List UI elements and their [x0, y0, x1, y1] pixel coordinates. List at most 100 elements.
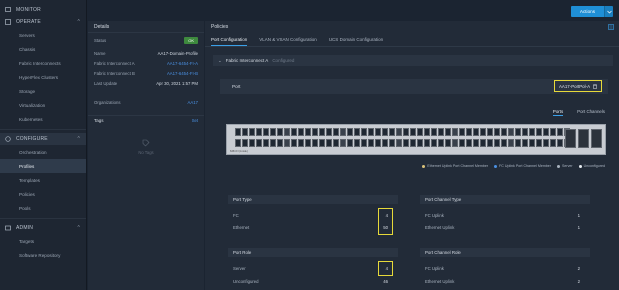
switch-port[interactable] [459, 128, 465, 136]
switch-port[interactable] [438, 139, 444, 147]
switch-port[interactable] [347, 128, 353, 136]
switch-port[interactable] [550, 139, 556, 147]
switch-port[interactable] [333, 128, 339, 136]
switch-port[interactable] [424, 139, 430, 147]
switch-port[interactable] [291, 128, 297, 136]
switch-port[interactable] [382, 139, 388, 147]
switch-port[interactable] [459, 139, 465, 147]
switch-port[interactable] [452, 139, 458, 147]
actions-dropdown-caret[interactable] [604, 6, 613, 17]
switch-port[interactable] [326, 128, 332, 136]
nav-operate[interactable]: OPERATE ^ [0, 16, 86, 28]
tab-port-configuration[interactable]: Port Configuration [211, 33, 248, 46]
switch-port[interactable] [277, 139, 283, 147]
switch-port[interactable] [487, 128, 493, 136]
switch-port[interactable] [284, 128, 290, 136]
switch-port[interactable] [249, 139, 255, 147]
switch-port[interactable] [347, 139, 353, 147]
actions-menu[interactable]: Actions [570, 6, 613, 17]
switch-port[interactable] [403, 128, 409, 136]
switch-port[interactable] [375, 128, 381, 136]
switch-port[interactable] [515, 128, 521, 136]
switch-port[interactable] [312, 128, 318, 136]
switch-port[interactable] [284, 139, 290, 147]
switch-port[interactable] [319, 139, 325, 147]
switch-port[interactable] [354, 128, 360, 136]
switch-port[interactable] [431, 139, 437, 147]
switch-port[interactable] [361, 139, 367, 147]
switch-port[interactable] [235, 139, 241, 147]
nav-configure[interactable]: CONFIGURE ^ [0, 133, 86, 145]
switch-port[interactable] [487, 139, 493, 147]
switch-port[interactable] [466, 128, 472, 136]
switch-port[interactable] [529, 139, 535, 147]
switch-port[interactable] [424, 128, 430, 136]
nav-admin[interactable]: ADMIN ^ [0, 222, 86, 234]
switch-port[interactable] [452, 128, 458, 136]
switch-port[interactable] [312, 139, 318, 147]
switch-port[interactable] [382, 128, 388, 136]
settings-icon[interactable] [608, 24, 614, 30]
switch-port[interactable] [536, 128, 542, 136]
switch-port[interactable] [445, 139, 451, 147]
switch-port[interactable] [340, 128, 346, 136]
switch-port[interactable] [242, 128, 248, 136]
switch-port[interactable] [410, 128, 416, 136]
switch-port[interactable] [445, 128, 451, 136]
switch-port[interactable] [508, 139, 514, 147]
switch-port[interactable] [389, 139, 395, 147]
trash-icon[interactable] [593, 84, 597, 89]
sidebar-item-orchestration[interactable]: Orchestration [0, 145, 86, 159]
uplink-port[interactable] [578, 129, 589, 148]
switch-port[interactable] [417, 128, 423, 136]
actions-button[interactable]: Actions [570, 6, 604, 17]
set-tags-link[interactable]: Set [192, 118, 198, 123]
switch-port[interactable] [508, 128, 514, 136]
switch-port[interactable] [494, 139, 500, 147]
switch-port[interactable] [368, 128, 374, 136]
sidebar-item-pools[interactable]: Pools [0, 201, 86, 215]
nav-monitor[interactable]: MONITOR [0, 4, 86, 16]
switch-port[interactable] [417, 139, 423, 147]
uplink-port[interactable] [565, 129, 576, 148]
switch-port[interactable] [263, 128, 269, 136]
switch-port[interactable] [515, 139, 521, 147]
sidebar-item-chassis[interactable]: Chassis [0, 42, 86, 56]
switch-port[interactable] [263, 139, 269, 147]
switch-port[interactable] [529, 128, 535, 136]
switch-port[interactable] [270, 128, 276, 136]
switch-port[interactable] [480, 139, 486, 147]
switch-port[interactable] [256, 139, 262, 147]
switch-port[interactable] [242, 139, 248, 147]
fia-link[interactable]: AA17-6454-FI-A [167, 61, 198, 66]
sidebar-item-kubernetes[interactable]: Kubernetes [0, 112, 86, 126]
switch-port[interactable] [550, 128, 556, 136]
switch-port[interactable] [410, 139, 416, 147]
switch-port[interactable] [340, 139, 346, 147]
fabric-interconnect-a-header[interactable]: ⌄ Fabric Interconnect A Configured [213, 55, 613, 66]
switch-port[interactable] [466, 139, 472, 147]
switch-port[interactable] [270, 139, 276, 147]
sidebar-item-hyperflex[interactable]: HyperFlex Clusters [0, 70, 86, 84]
switch-port[interactable] [375, 139, 381, 147]
sidebar-item-fabric-interconnects[interactable]: Fabric Interconnects [0, 56, 86, 70]
switch-port[interactable] [431, 128, 437, 136]
sidebar-item-storage[interactable]: Storage [0, 84, 86, 98]
tab-ports[interactable]: Ports [552, 109, 564, 116]
switch-port[interactable] [298, 139, 304, 147]
uplink-port[interactable] [591, 129, 602, 148]
switch-port[interactable] [494, 128, 500, 136]
switch-port[interactable] [473, 139, 479, 147]
sidebar-item-policies[interactable]: Policies [0, 187, 86, 201]
port-policy-selector[interactable]: AA17-PortPol-A [554, 80, 602, 92]
switch-port[interactable] [291, 139, 297, 147]
sidebar-item-profiles[interactable]: Profiles [0, 159, 86, 173]
switch-port[interactable] [326, 139, 332, 147]
switch-port[interactable] [354, 139, 360, 147]
switch-port[interactable] [543, 139, 549, 147]
switch-port[interactable] [361, 128, 367, 136]
sidebar-item-servers[interactable]: Servers [0, 28, 86, 42]
switch-port[interactable] [480, 128, 486, 136]
switch-port[interactable] [536, 139, 542, 147]
switch-port[interactable] [403, 139, 409, 147]
